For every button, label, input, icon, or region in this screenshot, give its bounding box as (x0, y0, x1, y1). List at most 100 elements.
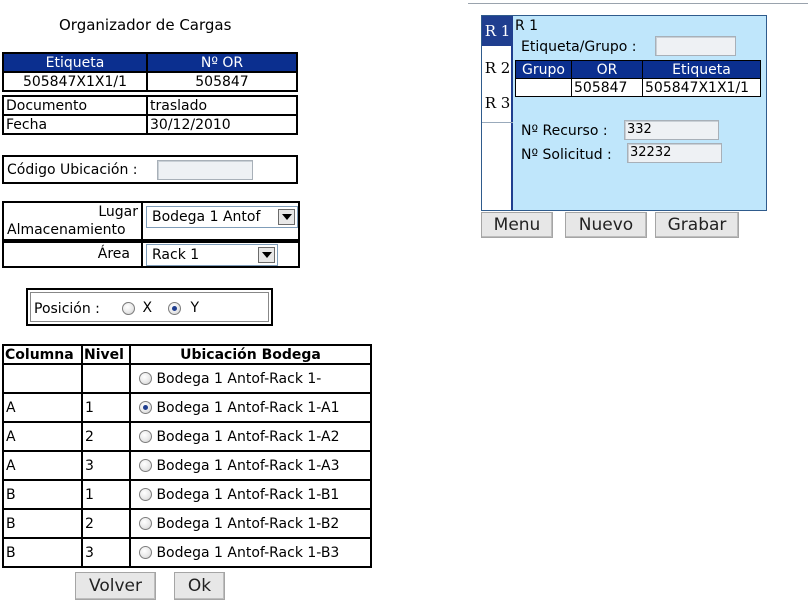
header-etiqueta: Etiqueta (642, 60, 761, 79)
tab-r3[interactable]: R 3 (482, 88, 513, 118)
solicitud-input[interactable]: 32232 (627, 143, 722, 163)
posicion-radio-x[interactable]: X (122, 300, 152, 316)
header-grupo: Grupo (515, 60, 572, 79)
header-nor: Nº OR (146, 52, 298, 73)
etiqueta-grupo-input[interactable] (655, 36, 736, 56)
radio-icon[interactable] (139, 459, 152, 472)
nivel-cell (81, 363, 131, 394)
radio-icon[interactable] (139, 546, 152, 559)
area-box: Área Rack 1 (2, 241, 300, 268)
columna-cell: A (2, 421, 83, 452)
tab-r1[interactable]: R 1 (482, 16, 513, 46)
tab-r2[interactable]: R 2 (482, 53, 513, 83)
header-etiqueta: Etiqueta (2, 52, 148, 73)
grupo-cell (515, 78, 572, 97)
table-row: B 1 Bodega 1 Antof-Rack 1-B1 (2, 479, 372, 510)
nivel-cell: 2 (81, 421, 131, 452)
area-divider (141, 243, 143, 268)
volver-button[interactable]: Volver (75, 572, 156, 600)
menu-button[interactable]: Menu (481, 212, 553, 238)
recurso-input[interactable]: 332 (624, 120, 719, 140)
header-nivel: Nivel (81, 344, 131, 365)
solicitud-label: Nº Solicitud : (521, 147, 612, 163)
area-label: Área (97, 246, 130, 262)
nivel-cell: 3 (81, 450, 131, 481)
chevron-down-icon[interactable] (278, 209, 295, 225)
radio-icon[interactable] (139, 430, 152, 443)
columna-cell: A (2, 450, 83, 481)
codigo-ubicacion-input[interactable] (157, 160, 253, 180)
codigo-ubicacion-label: Código Ubicación : (7, 162, 138, 178)
lugar-label-line2: Almacenamiento (7, 222, 126, 238)
area-select-value: Rack 1 (152, 247, 200, 263)
nivel-cell: 1 (81, 392, 131, 423)
table-row: B 2 Bodega 1 Antof-Rack 1-B2 (2, 508, 372, 539)
lugar-label-line1: Lugar (98, 204, 138, 220)
header-or: OR (571, 60, 643, 79)
documento-value: traslado (146, 95, 298, 116)
grabar-button[interactable]: Grabar (655, 212, 739, 238)
posicion-radio-y[interactable]: Y (168, 300, 199, 316)
ubicacion-option[interactable]: Bodega 1 Antof-Rack 1-B3 (129, 537, 372, 568)
doc-table: Documento traslado Fecha 30/12/2010 (2, 95, 298, 135)
table-row: A 3 Bodega 1 Antof-Rack 1-A3 (2, 450, 372, 481)
table-row: A 2 Bodega 1 Antof-Rack 1-A2 (2, 421, 372, 452)
ubicacion-option[interactable]: Bodega 1 Antof-Rack 1-B2 (129, 508, 372, 539)
documento-label: Documento (2, 95, 148, 116)
top-divider (468, 3, 808, 4)
table-row: B 3 Bodega 1 Antof-Rack 1-B3 (2, 537, 372, 568)
panel-heading: R 1 (515, 18, 539, 34)
radio-selected-icon[interactable] (139, 401, 152, 414)
ubicacion-option[interactable]: Bodega 1 Antof-Rack 1- (129, 363, 372, 394)
etiqueta-value: 505847X1X1/1 (2, 71, 148, 92)
fecha-label: Fecha (2, 114, 148, 135)
lugar-divider (141, 203, 143, 241)
nivel-cell: 3 (81, 537, 131, 568)
area-select[interactable]: Rack 1 (146, 244, 278, 266)
radio-icon[interactable] (139, 372, 152, 385)
resource-table: Grupo OR Etiqueta 505847 505847X1X1/1 (515, 60, 761, 97)
columna-cell: B (2, 508, 83, 539)
etiqueta-grupo-label: Etiqueta/Grupo : (521, 39, 637, 55)
posicion-group: Posición : X Y (26, 288, 273, 326)
posicion-label: Posición : (34, 301, 100, 317)
ubicacion-option[interactable]: Bodega 1 Antof-Rack 1-A2 (129, 421, 372, 452)
chevron-down-icon[interactable] (258, 247, 275, 263)
nivel-cell: 2 (81, 508, 131, 539)
page-title: Organizador de Cargas (59, 16, 232, 34)
table-row: 505847 505847X1X1/1 (515, 78, 761, 97)
columna-cell: B (2, 479, 83, 510)
tab-divider (482, 122, 513, 123)
ubicacion-option[interactable]: Bodega 1 Antof-Rack 1-A1 (129, 392, 372, 423)
ok-button[interactable]: Ok (174, 572, 225, 600)
table-row: Fecha 30/12/2010 (2, 114, 298, 135)
lugar-box: Lugar Almacenamiento Bodega 1 Antof (2, 201, 300, 241)
radio-icon[interactable] (139, 517, 152, 530)
nor-value: 505847 (146, 71, 298, 92)
fecha-value: 30/12/2010 (146, 114, 298, 135)
ubicacion-option[interactable]: Bodega 1 Antof-Rack 1-A3 (129, 450, 372, 481)
radio-selected-icon[interactable] (168, 301, 181, 315)
lugar-select-value: Bodega 1 Antof (152, 209, 261, 225)
radio-icon[interactable] (139, 488, 152, 501)
ubicacion-table: Columna Nivel Ubicación Bodega Bodega 1 … (2, 344, 372, 568)
etiqueta-cell: 505847X1X1/1 (642, 78, 761, 97)
table-row: Documento traslado (2, 95, 298, 116)
resource-panel: R 1 R 2 R 3 R 1 Etiqueta/Grupo : Grupo O… (481, 15, 767, 211)
lugar-select[interactable]: Bodega 1 Antof (146, 206, 298, 228)
codigo-ubicacion-box: Código Ubicación : (2, 155, 298, 184)
nivel-cell: 1 (81, 479, 131, 510)
nuevo-button[interactable]: Nuevo (565, 212, 647, 238)
ubicacion-option[interactable]: Bodega 1 Antof-Rack 1-B1 (129, 479, 372, 510)
recurso-label: Nº Recurso : (521, 123, 608, 139)
header-ubicacion: Ubicación Bodega (129, 344, 372, 365)
tab-strip: R 1 R 2 R 3 (482, 16, 513, 210)
table-row: Bodega 1 Antof-Rack 1- (2, 363, 372, 394)
item-table: Etiqueta Nº OR 505847X1X1/1 505847 (2, 52, 298, 92)
columna-cell: B (2, 537, 83, 568)
radio-icon[interactable] (122, 301, 135, 315)
or-cell: 505847 (571, 78, 643, 97)
header-columna: Columna (2, 344, 83, 365)
columna-cell: A (2, 392, 83, 423)
table-row: A 1 Bodega 1 Antof-Rack 1-A1 (2, 392, 372, 423)
